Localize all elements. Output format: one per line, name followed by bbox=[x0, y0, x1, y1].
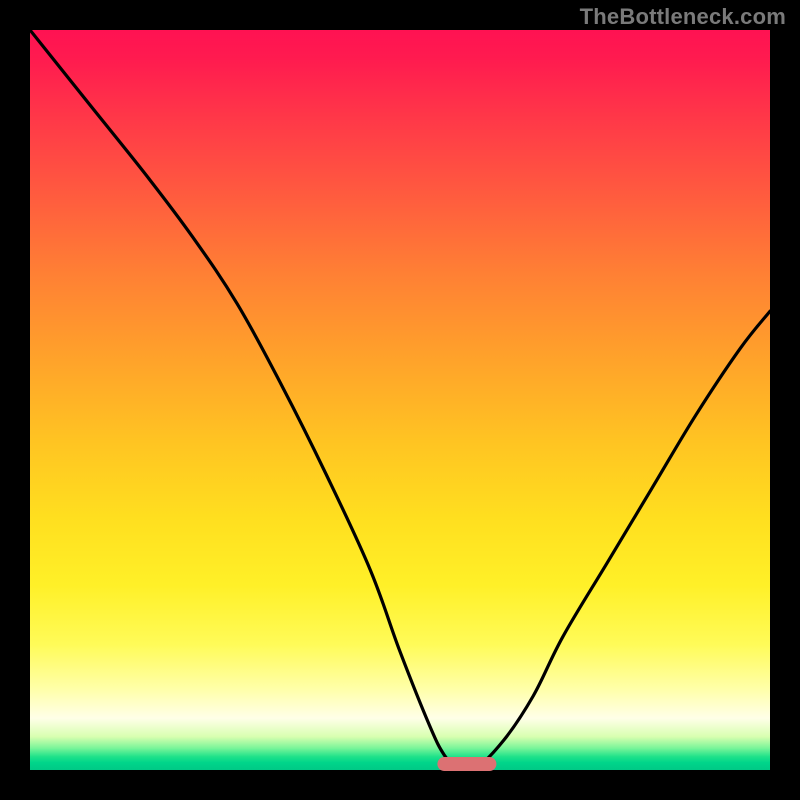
plot-area bbox=[30, 30, 770, 770]
bottleneck-curve bbox=[30, 30, 770, 770]
watermark-text: TheBottleneck.com bbox=[580, 4, 786, 30]
curve-layer bbox=[30, 30, 770, 770]
minimum-marker bbox=[437, 757, 496, 771]
chart-frame: TheBottleneck.com bbox=[0, 0, 800, 800]
